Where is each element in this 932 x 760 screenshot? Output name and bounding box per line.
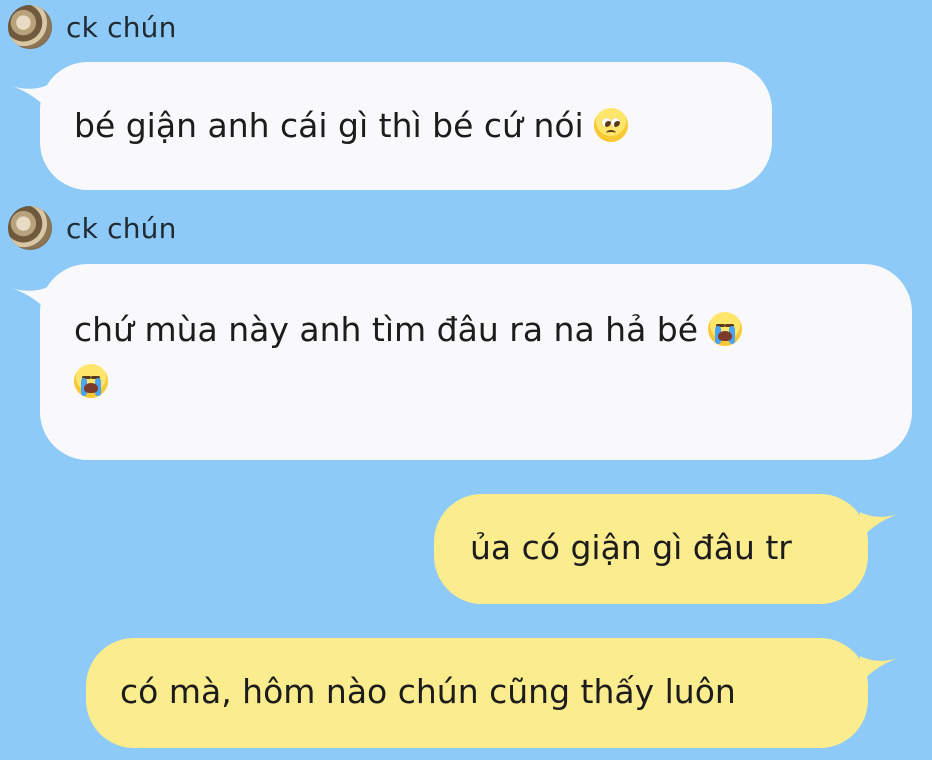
outgoing-bubble-tail <box>860 512 898 540</box>
outgoing-message-bubble[interactable]: ủa có giận gì đâu tr <box>434 494 868 604</box>
message-text: chứ mùa này anh tìm đâu ra na hả bé <box>74 310 699 349</box>
sender-avatar[interactable] <box>8 5 52 49</box>
loudly-crying-face-emoji <box>708 312 743 346</box>
sender-name: ck chún <box>66 10 177 44</box>
outgoing-message-bubble[interactable]: có mà, hôm nào chún cũng thấy luôn <box>86 638 868 748</box>
message-text: bé giận anh cái gì thì bé cứ nói <box>74 106 584 145</box>
pleading-face-emoji <box>593 108 628 142</box>
sender-name: ck chún <box>66 211 177 245</box>
incoming-message-bubble[interactable]: chứ mùa này anh tìm đâu ra na hả bé <box>40 264 912 460</box>
message-text: có mà, hôm nào chún cũng thấy luôn <box>120 672 736 711</box>
outgoing-bubble-tail <box>860 656 898 684</box>
loudly-crying-face-emoji <box>74 364 108 398</box>
incoming-message-bubble[interactable]: bé giận anh cái gì thì bé cứ nói <box>40 62 772 190</box>
sender-row: ck chún <box>8 5 177 49</box>
chat-screen: { "chat": { "background_color": "#8ecaf7… <box>0 0 932 760</box>
sender-avatar[interactable] <box>8 206 52 250</box>
message-text: ủa có giận gì đâu tr <box>470 528 792 567</box>
sender-row: ck chún <box>8 206 177 250</box>
